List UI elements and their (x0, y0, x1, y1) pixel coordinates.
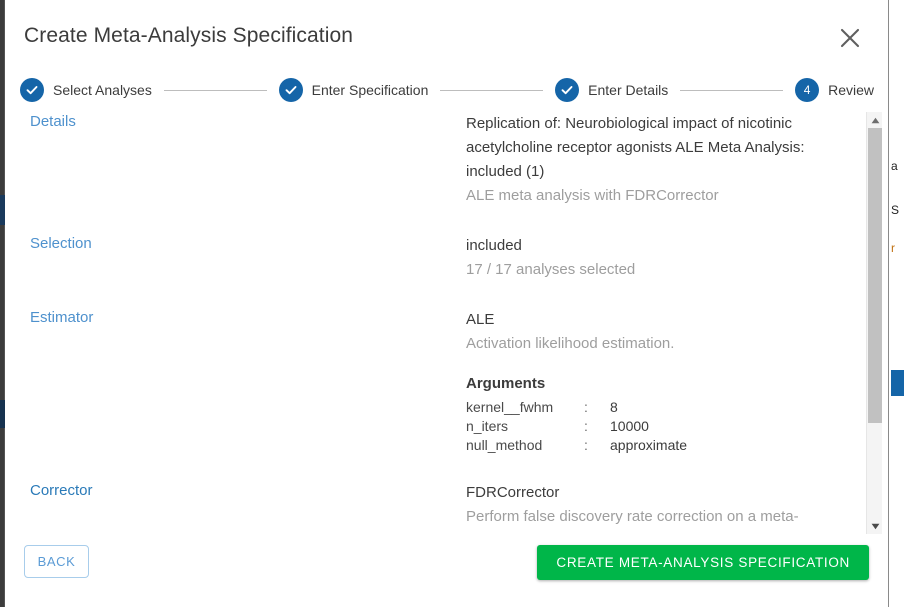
caret-down-icon[interactable] (867, 518, 883, 534)
corrector-primary-text: FDRCorrector (466, 484, 560, 501)
argument-key: n_iters (466, 418, 509, 434)
estimator-arguments-title: Arguments (466, 375, 546, 392)
estimator-arguments-table: kernel__fwhm : 8 n_iters : 10000 null_me… (466, 398, 687, 455)
argument-separator: : (584, 437, 588, 453)
estimator-secondary-text: Activation likelihood estimation. (466, 335, 675, 352)
review-rows: Details Replication of: Neurobiological … (6, 112, 864, 534)
close-icon[interactable] (834, 22, 866, 54)
argument-value: 10000 (610, 418, 649, 434)
check-icon (20, 78, 44, 102)
table-row: kernel__fwhm : 8 (466, 398, 687, 417)
review-row-selection: Selection included 17 / 17 analyses sele… (6, 234, 864, 282)
step-number-badge: 4 (795, 78, 820, 102)
review-row-details: Details Replication of: Neurobiological … (6, 112, 864, 208)
background-left-accent-secondary (0, 400, 5, 428)
step-enter-specification[interactable]: Enter Specification (278, 78, 429, 102)
row-spacer-1 (6, 208, 864, 234)
background-left-edge (0, 0, 5, 607)
modal-footer: BACK CREATE META-ANALYSIS SPECIFICATION (6, 534, 888, 607)
review-value-details: Replication of: Neurobiological impact o… (466, 112, 864, 208)
step-connector-1 (163, 89, 267, 91)
step-label-select-analyses: Select Analyses (53, 82, 152, 98)
review-label-selection: Selection (30, 235, 92, 252)
review-value-estimator: ALE Activation likelihood estimation. Ar… (466, 308, 864, 455)
background-text-fragment-2: S (891, 203, 900, 217)
review-label-details: Details (30, 113, 76, 130)
argument-value: 8 (610, 399, 618, 415)
background-highlight-block (891, 370, 904, 396)
review-scrollbar[interactable] (866, 112, 882, 534)
argument-value: approximate (610, 437, 688, 453)
review-label-corrector: Corrector (30, 482, 93, 499)
back-button[interactable]: BACK (24, 545, 89, 578)
argument-key: kernel__fwhm (466, 399, 554, 415)
row-spacer-3 (6, 455, 864, 481)
screen-root: a S r Create Meta-Analysis Specification (0, 0, 905, 607)
page-title: Create Meta-Analysis Specification (24, 24, 354, 47)
details-primary-text: Replication of: Neurobiological impact o… (466, 115, 805, 180)
step-review[interactable]: 4 Review (795, 78, 874, 102)
review-label-estimator: Estimator (30, 309, 94, 326)
review-value-corrector: FDRCorrector Perform false discovery rat… (466, 481, 864, 534)
review-row-estimator: Estimator ALE Activation likelihood esti… (6, 308, 864, 455)
check-icon (555, 78, 580, 102)
background-text-fragment-3: r (891, 241, 895, 255)
background-text-fragment-1: a (891, 159, 898, 173)
background-right-edge: a S r (888, 0, 905, 607)
estimator-primary-text: ALE (466, 311, 495, 328)
step-label-review: Review (828, 82, 874, 98)
selection-primary-text: included (466, 237, 522, 254)
check-icon (278, 78, 303, 102)
corrector-secondary-text: Perform false discovery rate correction … (466, 508, 799, 534)
argument-key: null_method (466, 437, 543, 453)
step-label-enter-specification: Enter Specification (311, 82, 429, 98)
table-row: n_iters : 10000 (466, 417, 687, 436)
wizard-stepper: Select Analyses Enter Specification Ente… (6, 68, 888, 112)
argument-separator: : (584, 399, 588, 415)
background-left-accent (0, 195, 5, 225)
scrollbar-thumb[interactable] (868, 128, 882, 423)
step-select-analyses[interactable]: Select Analyses (20, 78, 152, 102)
step-connector-3 (680, 89, 784, 91)
review-scroll-area: Details Replication of: Neurobiological … (6, 112, 864, 534)
create-meta-analysis-specification-button[interactable]: CREATE META-ANALYSIS SPECIFICATION (537, 545, 869, 580)
review-body: Details Replication of: Neurobiological … (6, 112, 888, 534)
review-row-corrector: Corrector FDRCorrector Perform false dis… (6, 481, 864, 534)
step-label-enter-details: Enter Details (588, 82, 669, 98)
argument-separator: : (584, 418, 588, 434)
step-enter-details[interactable]: Enter Details (555, 78, 668, 102)
step-connector-2 (440, 89, 544, 91)
details-secondary-text: ALE meta analysis with FDRCorrector (466, 187, 719, 204)
modal-header: Create Meta-Analysis Specification (6, 0, 888, 68)
caret-up-icon[interactable] (867, 112, 883, 128)
create-meta-analysis-modal: Create Meta-Analysis Specification Selec… (6, 0, 888, 607)
table-row: null_method : approximate (466, 436, 687, 455)
selection-secondary-text: 17 / 17 analyses selected (466, 261, 636, 278)
row-spacer-2 (6, 282, 864, 308)
review-value-selection: included 17 / 17 analyses selected (466, 234, 864, 282)
